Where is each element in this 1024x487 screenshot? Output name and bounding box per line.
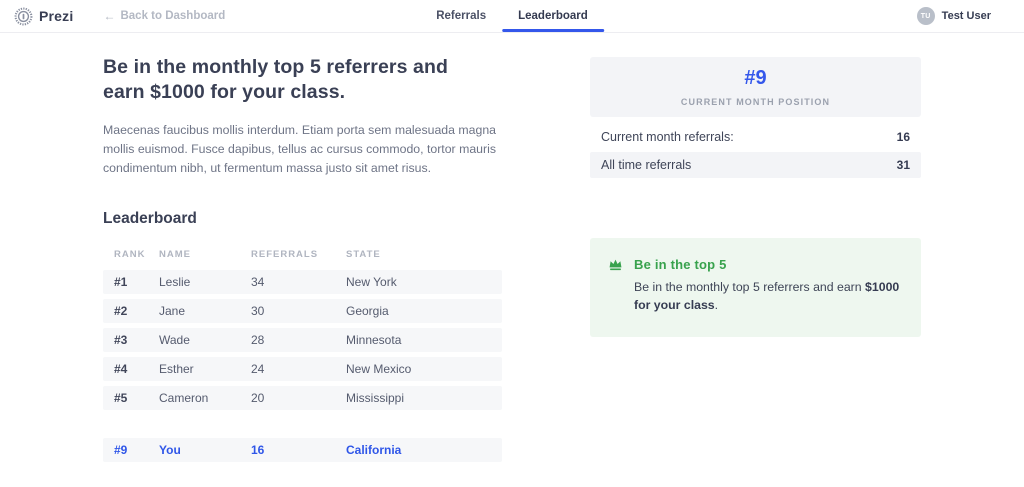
cell-state: New York [346, 274, 397, 289]
brand-name: Prezi [39, 8, 74, 24]
tab-referrals[interactable]: Referrals [420, 0, 502, 32]
cell-rank: #5 [114, 390, 128, 405]
cell-state: New Mexico [346, 361, 412, 376]
referral-leaderboard-page: Prezi ← Back to Dashboard Referrals Lead… [0, 0, 1024, 487]
table-row: #4 Esther 24 New Mexico [103, 356, 502, 381]
leaderboard-title: Leaderboard [103, 209, 197, 227]
prezi-logo[interactable]: Prezi [14, 7, 73, 26]
column-header-name: NAME [159, 249, 191, 261]
stat-current-month-value: 16 [896, 130, 910, 144]
page-title: Be in the monthly top 5 referrers and ea… [103, 56, 449, 104]
cell-referrals: 30 [251, 303, 265, 318]
your-name: You [159, 442, 181, 457]
stat-all-time: All time referrals 31 [590, 152, 921, 178]
position-label: CURRENT MONTH POSITION [680, 97, 831, 107]
left-column: Be in the monthly top 5 referrers and ea… [103, 33, 503, 462]
cell-referrals: 34 [251, 274, 265, 289]
cell-referrals: 24 [251, 361, 265, 376]
cell-rank: #1 [114, 274, 128, 289]
promo-text: Be in the monthly top 5 referrers and ea… [634, 278, 906, 315]
stat-all-time-value: 31 [896, 158, 910, 172]
crown-icon [609, 259, 622, 271]
cell-state: Mississippi [346, 390, 405, 405]
table-row: #2 Jane 30 Georgia [103, 298, 502, 323]
tab-referrals-label: Referrals [436, 10, 487, 22]
position-number: #9 [744, 67, 767, 89]
top5-promo-card: Be in the top 5 Be in the monthly top 5 … [590, 238, 921, 337]
user-menu[interactable]: TU Test User [916, 7, 1024, 25]
tab-leaderboard[interactable]: Leaderboard [502, 0, 604, 32]
navbar: Prezi ← Back to Dashboard Referrals Lead… [0, 0, 1024, 33]
right-column: #9 CURRENT MONTH POSITION Current month … [590, 33, 921, 462]
promo-text-suffix: . [714, 298, 719, 313]
prezi-logo-icon [14, 7, 33, 25]
column-header-referrals: REFERRALS [251, 249, 319, 261]
your-rank-row: #9 You 16 California [103, 437, 502, 462]
table-header-row: RANK NAME REFERRALS STATE [103, 246, 502, 264]
column-header-state: STATE [346, 249, 381, 261]
stat-current-month: Current month referrals: 16 [590, 124, 921, 150]
cell-state: Georgia [346, 303, 389, 318]
promo-title: Be in the top 5 [634, 257, 727, 272]
content: Be in the monthly top 5 referrers and ea… [0, 33, 1024, 462]
table-row: #1 Leslie 34 New York [103, 269, 502, 294]
stat-current-month-label: Current month referrals: [601, 130, 734, 144]
cell-state: Minnesota [346, 332, 402, 347]
current-position-card: #9 CURRENT MONTH POSITION [590, 57, 921, 117]
cell-name: Leslie [159, 274, 191, 289]
your-state: California [346, 442, 402, 457]
avatar: TU [916, 7, 935, 25]
cell-referrals: 20 [251, 390, 265, 405]
back-link-label: Back to Dashboard [120, 10, 226, 22]
promo-body: Be in the top 5 Be in the monthly top 5 … [634, 257, 906, 315]
your-rank: #9 [114, 442, 128, 457]
cell-name: Esther [159, 361, 194, 376]
tab-leaderboard-label: Leaderboard [518, 10, 588, 22]
table-row: #3 Wade 28 Minnesota [103, 327, 502, 352]
column-header-rank: RANK [114, 249, 146, 261]
cell-rank: #3 [114, 332, 128, 347]
user-name: Test User [941, 10, 991, 22]
stat-all-time-label: All time referrals [601, 158, 692, 172]
table-row: #5 Cameron 20 Mississippi [103, 385, 502, 410]
referral-stats: Current month referrals: 16 All time ref… [590, 124, 921, 178]
back-arrow-icon: ← [103, 9, 116, 23]
page-description: Maecenas faucibus mollis interdum. Etiam… [103, 122, 497, 175]
cell-rank: #2 [114, 303, 128, 318]
leaderboard-table: RANK NAME REFERRALS STATE #1 Leslie 34 N… [103, 246, 502, 462]
cell-name: Cameron [159, 390, 209, 405]
cell-referrals: 28 [251, 332, 265, 347]
table-body: #1 Leslie 34 New York #2 Jane 30 Georgia… [103, 269, 502, 410]
nav-tabs: Referrals Leaderboard [420, 0, 604, 32]
cell-name: Wade [159, 332, 190, 347]
cell-name: Jane [159, 303, 186, 318]
navbar-left: Prezi ← Back to Dashboard [0, 7, 225, 26]
back-to-dashboard-link[interactable]: ← Back to Dashboard [103, 10, 225, 22]
cell-rank: #4 [114, 361, 128, 376]
your-referrals: 16 [251, 442, 265, 457]
promo-text-regular: Be in the monthly top 5 referrers and ea… [634, 280, 866, 294]
